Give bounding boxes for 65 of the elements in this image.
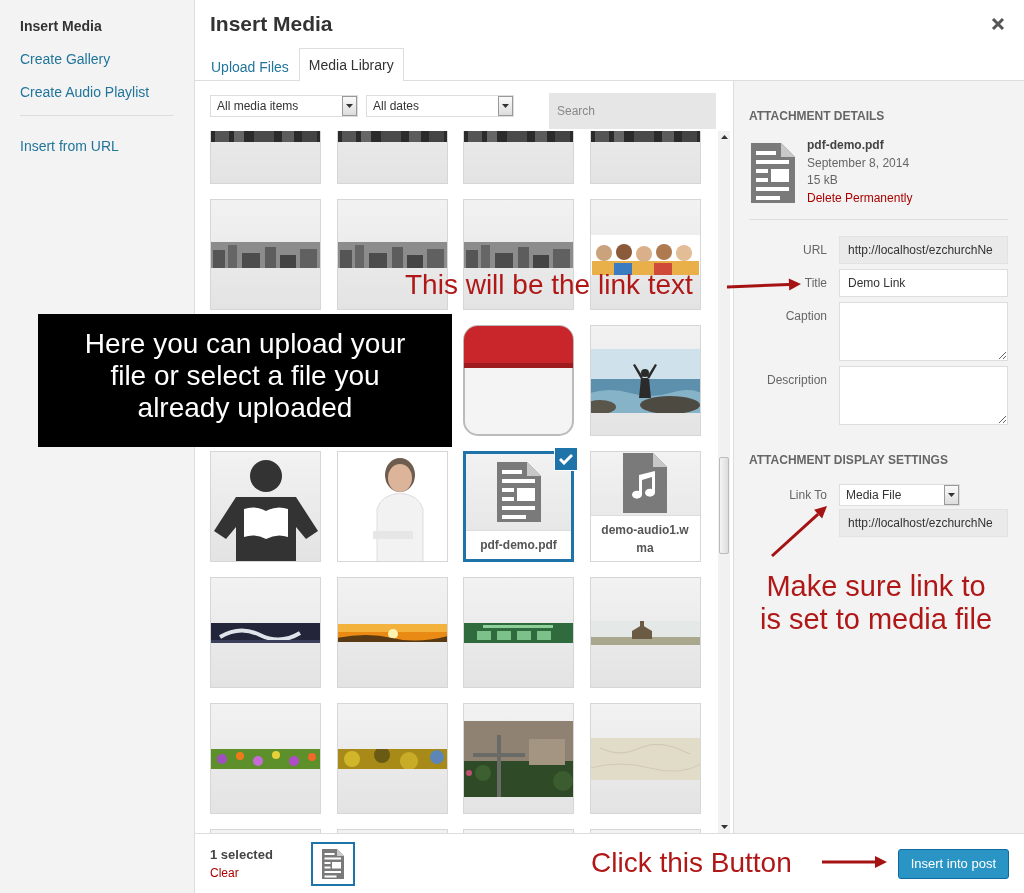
media-tile[interactable] [210, 451, 321, 562]
filter-dropdown[interactable]: All dates [366, 95, 514, 117]
field-label: Caption [785, 308, 827, 323]
url-field[interactable]: http://localhost/ezchurchNe [839, 509, 1008, 537]
field-label: Title [804, 275, 827, 290]
sidebar-item[interactable]: Create Audio Playlist [20, 82, 150, 102]
scrollbar[interactable] [718, 131, 730, 833]
file-name: pdf-demo.pdf [807, 137, 884, 154]
file-name: demo-audio1.wma [590, 515, 700, 561]
filter-dropdown[interactable]: All media items [210, 95, 358, 117]
media-tile[interactable] [336, 577, 448, 688]
file-size: 15 kB [807, 172, 838, 189]
selection-count: 1 selected [210, 847, 273, 862]
media-tile[interactable] [589, 577, 701, 688]
arrow [771, 506, 827, 558]
selected-thumbnail[interactable] [310, 841, 355, 886]
document-icon [494, 460, 543, 524]
input-field[interactable]: Demo Link [839, 269, 1008, 297]
sidebar-item[interactable]: Insert from URL [20, 136, 119, 156]
sidebar-item[interactable]: Create Gallery [20, 49, 111, 69]
annotation-text: This will be the link text [405, 269, 693, 301]
caret-icon [944, 485, 959, 505]
annotation-text: Make sure link to is set to media file [758, 570, 994, 636]
file-name: pdf-demo.pdf [466, 530, 571, 559]
field-label: URL [803, 242, 827, 257]
media-tile[interactable] [463, 325, 574, 436]
media-tile[interactable] [463, 577, 574, 688]
caret-icon [498, 96, 513, 116]
media-tile[interactable] [589, 325, 701, 436]
audio-file-icon [621, 452, 669, 515]
caret-icon [342, 96, 357, 116]
check-icon[interactable] [554, 447, 578, 471]
modal-title: Insert Media [210, 12, 333, 36]
media-tile[interactable]: demo-audio1.wma [589, 451, 701, 562]
field-label: Description [766, 372, 827, 387]
field-label: Link To [789, 487, 827, 502]
clear-link[interactable]: Clear [210, 866, 239, 880]
section-heading: ATTACHMENT DISPLAY SETTINGS [749, 453, 949, 467]
media-tile[interactable] [463, 703, 574, 814]
tab[interactable]: Upload Files [201, 50, 299, 81]
search-field[interactable]: Search [549, 93, 716, 129]
reader-icon [213, 459, 318, 561]
link-to-dropdown[interactable]: Media File [839, 484, 960, 506]
close-icon [991, 17, 1005, 31]
media-tile[interactable] [210, 703, 321, 814]
section-heading: ATTACHMENT DETAILS [749, 109, 886, 123]
url-field[interactable]: http://localhost/ezchurchNe [839, 236, 1008, 264]
annotation-text: Click this Button [591, 847, 792, 879]
document-icon [320, 847, 345, 880]
sidebar-item[interactable]: Insert Media [20, 16, 102, 36]
callout-box: Here you can upload your file or select a file you already uploaded [38, 314, 452, 447]
arrow [822, 856, 887, 868]
calendar-icon [463, 325, 574, 436]
delete-link[interactable]: Delete Permanently [807, 189, 913, 207]
media-tile[interactable] [210, 199, 321, 310]
media-tile[interactable] [589, 703, 701, 814]
tab[interactable]: Media Library [298, 48, 404, 81]
media-tile[interactable] [210, 577, 321, 688]
scroll-down-icon [720, 825, 728, 829]
media-tile[interactable] [589, 199, 701, 310]
scroll-up-icon [720, 135, 728, 139]
media-tile[interactable] [336, 703, 448, 814]
upload-date: September 8, 2014 [807, 154, 910, 172]
document-icon [749, 141, 797, 205]
scrollbar-thumb[interactable] [719, 457, 729, 554]
